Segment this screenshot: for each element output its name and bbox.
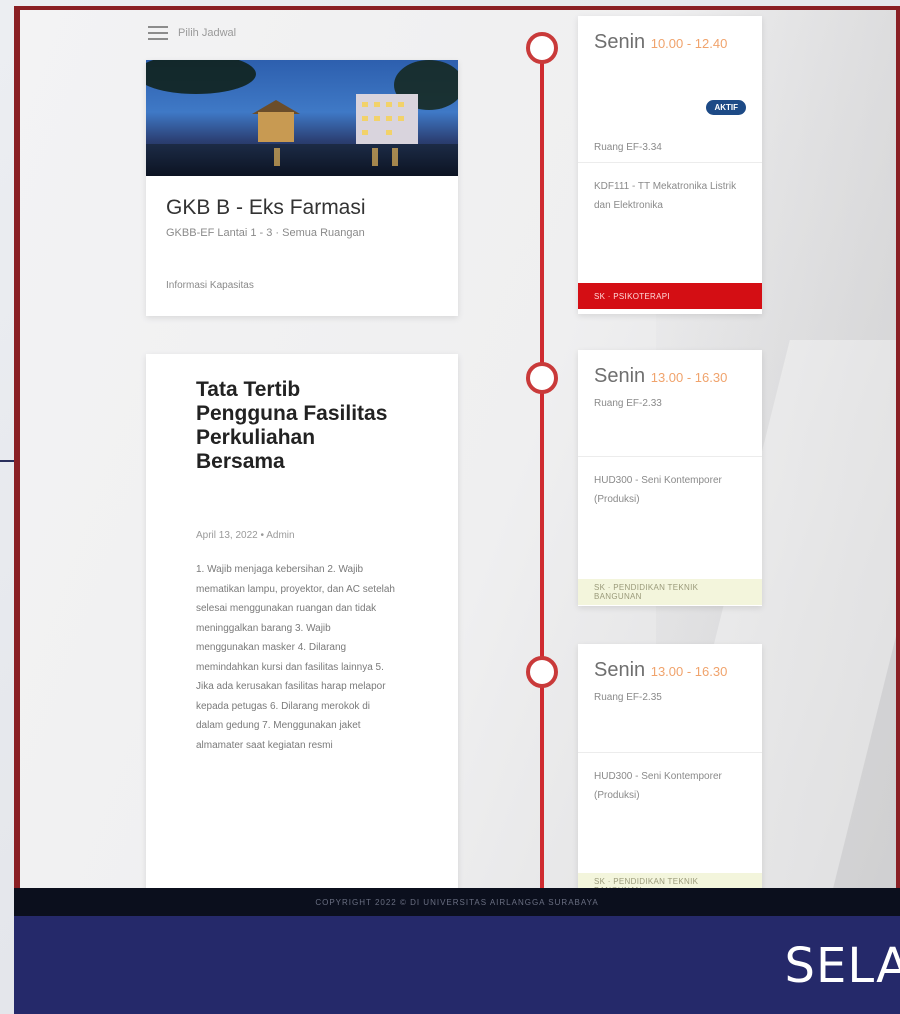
building-title: GKB B - Eks Farmasi: [166, 196, 366, 219]
schedule-card[interactable]: Senin 10.00 - 12.40 AKTIF Ruang EF-3.34 …: [578, 16, 762, 314]
hamburger-icon: [148, 26, 168, 40]
rules-title: Tata Tertib Pengguna Fasilitas Perkuliah…: [196, 378, 388, 473]
building-subtitle: GKBB-EF Lantai 1 - 3 · Semua Ruangan: [166, 227, 365, 239]
rules-body: 1. Wajib menjaga kebersihan 2. Wajib mem…: [196, 564, 395, 751]
timeline-dot: [526, 32, 558, 64]
schedule-day: Senin: [594, 659, 646, 681]
footer-copyright: COPYRIGHT 2022 © DI UNIVERSITAS AIRLANGG…: [315, 897, 599, 907]
schedule-course: HUD300 - Seni Kontemporer (Produksi): [594, 771, 722, 801]
building-card[interactable]: GKB B - Eks Farmasi GKBB-EF Lantai 1 - 3…: [146, 60, 458, 316]
menu-toggle[interactable]: Pilih Jadwal: [148, 26, 236, 40]
timeline-line: [540, 48, 544, 916]
schedule-time: 10.00 - 12.40: [650, 36, 728, 51]
rules-card: Tata Tertib Pengguna Fasilitas Perkuliah…: [146, 354, 458, 914]
building-photo: [146, 60, 458, 176]
schedule-time: 13.00 - 16.30: [650, 370, 728, 385]
menu-label: Pilih Jadwal: [178, 27, 237, 39]
app-screen: Pilih Jadwal GKB B - Eks Farmasi GKBB-EF…: [14, 6, 900, 916]
schedule-day: Senin: [594, 31, 646, 53]
schedule-day: Senin: [594, 365, 646, 387]
schedule-card[interactable]: Senin 13.00 - 16.30 Ruang EF-2.35 HUD300…: [578, 644, 762, 902]
schedule-card[interactable]: Senin 13.00 - 16.30 Ruang EF-2.33 HUD300…: [578, 350, 762, 606]
status-badge: AKTIF: [706, 100, 746, 115]
schedule-room: Ruang EF-2.35: [594, 692, 662, 703]
schedule-room: Ruang EF-2.33: [594, 398, 662, 409]
footer: COPYRIGHT 2022 © DI UNIVERSITAS AIRLANGG…: [14, 888, 900, 916]
timeline-dot: [526, 362, 558, 394]
timeline-dot: [526, 656, 558, 688]
schedule-status: SK · PENDIDIKAN TEKNIK BANGUNAN: [578, 579, 762, 605]
banner-text: SELA: [784, 938, 900, 994]
schedule-time: 13.00 - 16.30: [650, 664, 728, 679]
building-info-link[interactable]: Informasi Kapasitas: [166, 280, 254, 291]
rules-meta: April 13, 2022 • Admin: [196, 530, 295, 541]
schedule-course: KDF111 - TT Mekatronika Listrik dan Elek…: [594, 181, 737, 211]
schedule-status: SK · PSIKOTERAPI: [578, 283, 762, 309]
bottom-banner: SELA: [14, 916, 900, 1014]
schedule-room: Ruang EF-3.34: [594, 142, 662, 153]
schedule-course: HUD300 - Seni Kontemporer (Produksi): [594, 475, 722, 505]
